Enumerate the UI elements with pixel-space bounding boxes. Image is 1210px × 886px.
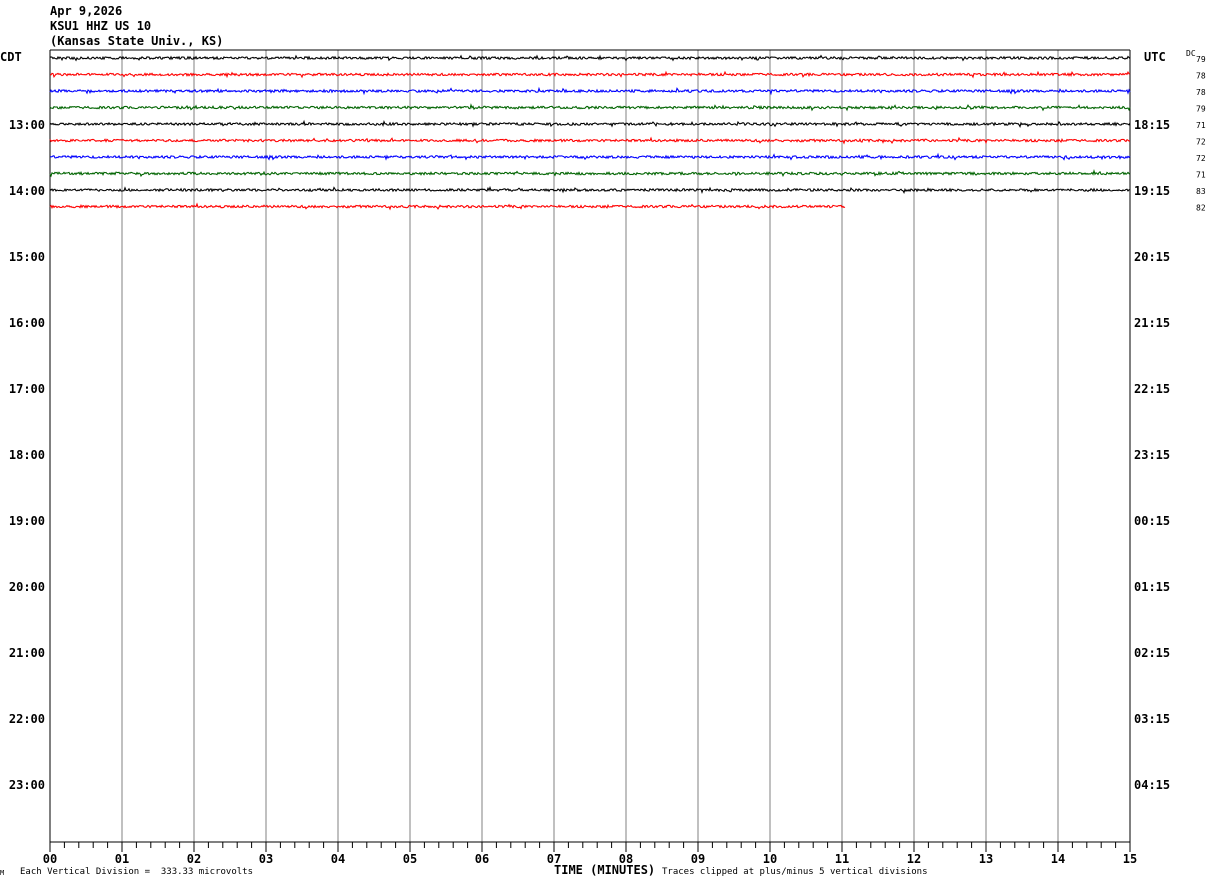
x-tick-label: 10 — [763, 852, 777, 866]
x-tick-label: 14 — [1051, 852, 1065, 866]
right-hour-label: 01:15 — [1134, 580, 1170, 594]
dc-offset-label: 71 — [1196, 121, 1206, 130]
x-tick-label: 12 — [907, 852, 921, 866]
x-tick-label: 05 — [403, 852, 417, 866]
right-hour-label: 00:15 — [1134, 514, 1170, 528]
left-hour-label: 21:00 — [9, 646, 45, 660]
right-hour-label: 18:15 — [1134, 118, 1170, 132]
x-tick-label: 13 — [979, 852, 993, 866]
dc-offset-label: 78 — [1196, 72, 1206, 81]
left-hour-label: 16:00 — [9, 316, 45, 330]
dc-offset-label: 72 — [1196, 138, 1206, 147]
dc-offset-label: 82 — [1196, 204, 1206, 213]
x-tick-label: 09 — [691, 852, 705, 866]
footer-left-mark: M — [0, 869, 5, 877]
x-tick-label: 04 — [331, 852, 345, 866]
right-hour-label: 03:15 — [1134, 712, 1170, 726]
dc-offset-label: 71 — [1196, 171, 1206, 180]
left-hour-label: 15:00 — [9, 250, 45, 264]
left-hour-label: 13:00 — [9, 118, 45, 132]
x-tick-label: 06 — [475, 852, 489, 866]
seismic-trace — [49, 136, 1131, 145]
clip-note: Traces clipped at plus/minus 5 vertical … — [662, 867, 928, 877]
right-hour-label: 02:15 — [1134, 646, 1170, 660]
right-hour-label: 04:15 — [1134, 778, 1170, 792]
seismic-trace — [49, 202, 846, 211]
left-hour-label: 18:00 — [9, 448, 45, 462]
x-axis-title: TIME (MINUTES) — [554, 863, 656, 877]
right-hour-label: 21:15 — [1134, 316, 1170, 330]
seismic-trace — [49, 86, 1131, 96]
dc-offset-label: 78 — [1196, 88, 1206, 97]
dc-offset-label: 79 — [1196, 55, 1206, 64]
seismic-trace — [49, 54, 1131, 62]
x-tick-label: 01 — [115, 852, 129, 866]
x-tick-label: 15 — [1123, 852, 1137, 866]
x-tick-label: 03 — [259, 852, 273, 866]
left-hour-label: 19:00 — [9, 514, 45, 528]
x-tick-label: 02 — [187, 852, 201, 866]
right-hour-label: 19:15 — [1134, 184, 1170, 198]
helicorder-plot: 00 01 02 03 04 05 06 07 08 09 10 11 12 13 14 1513:0014:… — [9, 49, 1206, 866]
left-hour-label: 20:00 — [9, 580, 45, 594]
right-hour-label: 20:15 — [1134, 250, 1170, 264]
seismic-trace — [49, 152, 1131, 161]
left-hour-label: 23:00 — [9, 778, 45, 792]
right-hour-label: 23:15 — [1134, 448, 1170, 462]
seismic-trace — [49, 185, 1131, 195]
dc-offset-label: 79 — [1196, 105, 1206, 114]
right-hour-label: 22:15 — [1134, 382, 1170, 396]
seismic-trace — [49, 103, 1131, 112]
dc-offset-label: 83 — [1196, 187, 1206, 196]
seismic-trace — [49, 119, 1131, 129]
seismic-trace — [49, 168, 1131, 178]
left-hour-label: 22:00 — [9, 712, 45, 726]
x-tick-label: 00 — [43, 852, 57, 866]
left-hour-label: 14:00 — [9, 184, 45, 198]
seismic-trace — [49, 70, 1131, 79]
dc-offset-label: 72 — [1196, 154, 1206, 163]
scale-note: Each Vertical Division = 333.33 microvol… — [20, 867, 253, 877]
left-hour-label: 17:00 — [9, 382, 45, 396]
x-tick-label: 11 — [835, 852, 849, 866]
